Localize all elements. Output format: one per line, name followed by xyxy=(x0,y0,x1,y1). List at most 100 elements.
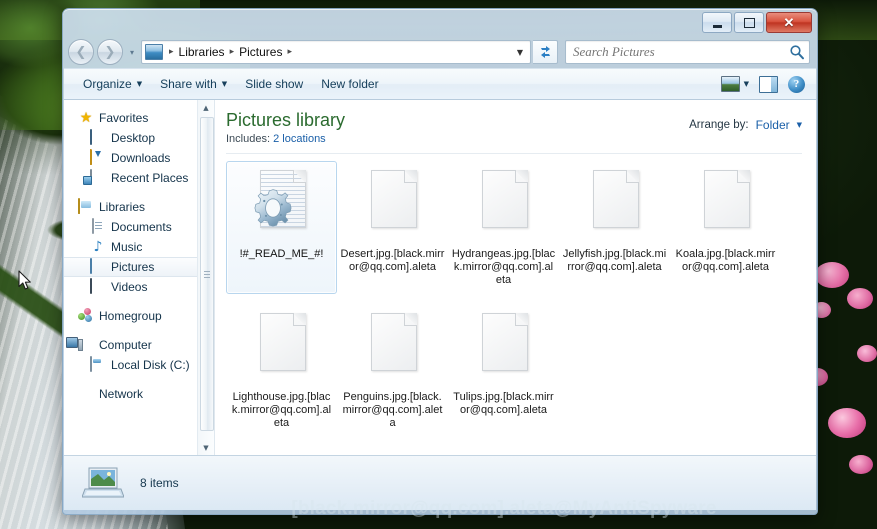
homegroup-icon xyxy=(78,308,94,324)
toolbar-organize-button[interactable]: Organize ▼ xyxy=(74,73,151,95)
pictures-icon xyxy=(90,258,106,275)
toolbar: Organize ▼ Share with ▼ Slide show New f… xyxy=(64,68,816,100)
file-name: Lighthouse.jpg.[black.mirror@qq.com].ale… xyxy=(231,391,332,429)
breadcrumb-separator[interactable]: ▸ xyxy=(227,47,238,57)
breadcrumb-separator[interactable]: ▸ xyxy=(166,47,177,57)
arrange-by-value[interactable]: Folder xyxy=(756,118,790,132)
sidebar-label-music: Music xyxy=(111,240,143,254)
computer-preview-icon xyxy=(81,465,125,501)
breadcrumb-separator[interactable]: ▸ xyxy=(284,47,295,57)
sidebar-item-videos[interactable]: Videos xyxy=(64,277,214,297)
toolbar-share-with-label: Share with xyxy=(160,77,217,91)
sidebar-item-local-disk[interactable]: Local Disk (C:) xyxy=(64,355,214,375)
page-title: Pictures library xyxy=(226,110,346,130)
library-locations-link[interactable]: 2 locations xyxy=(273,133,326,145)
file-tile[interactable]: Jellyfish.jpg.[black.mirror@qq.com].alet… xyxy=(559,161,670,294)
toolbar-slide-show-button[interactable]: Slide show xyxy=(236,73,312,95)
scroll-up-button[interactable]: ▲ xyxy=(198,100,214,115)
sidebar-label-downloads: Downloads xyxy=(111,151,171,165)
sidebar-label-homegroup: Homegroup xyxy=(99,309,162,323)
search-box[interactable] xyxy=(565,40,810,64)
sidebar-item-desktop[interactable]: Desktop xyxy=(64,128,214,148)
preview-pane-button[interactable] xyxy=(754,73,783,96)
file-tile[interactable]: Penguins.jpg.[black.mirror@qq.com].aleta xyxy=(337,304,448,437)
desktop-monitor-icon xyxy=(90,129,106,146)
chevron-down-icon[interactable]: ▼ xyxy=(512,48,528,57)
file-tile[interactable]: !#_READ_ME_#! xyxy=(226,161,337,294)
hard-disk-icon xyxy=(90,356,106,373)
flower-blossom xyxy=(857,345,877,362)
sidebar-item-music[interactable]: ♪ Music xyxy=(64,237,214,257)
minimize-button[interactable] xyxy=(702,12,732,33)
blank-file-icon xyxy=(472,165,536,243)
music-note-icon: ♪ xyxy=(93,239,103,255)
recent-pages-button[interactable]: ▾ xyxy=(126,48,138,57)
document-icon xyxy=(90,218,106,235)
search-input[interactable] xyxy=(573,44,789,60)
scrollbar-thumb[interactable] xyxy=(200,117,214,431)
toolbar-share-with-button[interactable]: Share with ▼ xyxy=(151,73,236,95)
chevron-down-icon: ▼ xyxy=(203,443,209,452)
document-page-shape xyxy=(481,313,528,371)
library-includes: Includes: 2 locations xyxy=(226,133,345,145)
view-layout-icon xyxy=(720,76,740,92)
flower-blossom xyxy=(815,262,849,288)
breadcrumb[interactable]: ▸ Libraries ▸ Pictures ▸ ▼ xyxy=(141,40,531,64)
maximize-icon xyxy=(743,17,755,28)
sidebar-label-computer: Computer xyxy=(99,338,152,352)
window-title-bar: ✕ xyxy=(64,10,816,36)
file-tile[interactable]: Koala.jpg.[black.mirror@qq.com].aleta xyxy=(670,161,781,294)
sidebar-item-downloads[interactable]: Downloads xyxy=(64,148,214,168)
library-header: Pictures library Includes: 2 locations A… xyxy=(226,109,816,145)
flower-blossom xyxy=(849,455,873,474)
file-name: Hydrangeas.jpg.[black.mirror@qq.com].ale… xyxy=(451,248,556,286)
window-body: ★ Favorites Desktop Downloads Recent Pla… xyxy=(64,100,816,455)
file-grid: !#_READ_ME_#! Desert.jpg.[black.mirror@q… xyxy=(226,154,791,447)
refresh-button[interactable] xyxy=(533,40,558,64)
search-icon[interactable] xyxy=(789,44,805,60)
sidebar-item-pictures[interactable]: Pictures xyxy=(64,257,214,277)
library-title-block: Pictures library Includes: 2 locations xyxy=(226,109,345,145)
breadcrumb-item-pictures[interactable]: Pictures xyxy=(237,45,284,59)
navigation-pane: ★ Favorites Desktop Downloads Recent Pla… xyxy=(64,100,214,455)
chevron-down-icon[interactable]: ▼ xyxy=(797,121,802,129)
gear-icon xyxy=(254,189,291,227)
status-bar: 8 items xyxy=(64,455,816,510)
sidebar-item-network[interactable]: Network xyxy=(64,384,214,404)
close-button[interactable]: ✕ xyxy=(766,12,812,33)
navigation-scrollbar[interactable]: ▲ ▼ xyxy=(197,100,214,455)
breadcrumb-item-libraries[interactable]: Libraries xyxy=(177,45,227,59)
change-view-button[interactable]: ▼ xyxy=(716,73,754,95)
forward-arrow-icon: ❯ xyxy=(104,44,116,60)
sidebar-label-local-disk: Local Disk (C:) xyxy=(111,358,190,372)
arrange-by-control: Arrange by: Folder ▼ xyxy=(689,109,802,132)
pictures-library-icon xyxy=(145,44,163,60)
sidebar-label-libraries: Libraries xyxy=(99,200,146,214)
file-tile[interactable]: Lighthouse.jpg.[black.mirror@qq.com].ale… xyxy=(226,304,337,437)
sidebar-item-recent-places[interactable]: Recent Places xyxy=(64,168,214,188)
sidebar-item-computer[interactable]: Computer xyxy=(64,335,214,355)
sidebar-label-videos: Videos xyxy=(111,280,148,294)
back-button[interactable]: ❮ xyxy=(68,39,94,65)
file-tile[interactable]: Desert.jpg.[black.mirror@qq.com].aleta xyxy=(337,161,448,294)
document-page-shape xyxy=(703,170,750,228)
toolbar-new-folder-button[interactable]: New folder xyxy=(312,73,387,95)
maximize-button[interactable] xyxy=(734,12,764,33)
close-icon: ✕ xyxy=(783,15,795,30)
scroll-down-button[interactable]: ▼ xyxy=(198,440,214,455)
sidebar-label-pictures: Pictures xyxy=(111,260,155,274)
sidebar-item-homegroup[interactable]: Homegroup xyxy=(64,306,214,326)
sidebar-item-documents[interactable]: Documents xyxy=(64,217,214,237)
file-name: Tulips.jpg.[black.mirror@qq.com].aleta xyxy=(453,391,554,416)
sidebar-item-libraries[interactable]: Libraries xyxy=(64,197,214,217)
downloads-folder-icon xyxy=(90,149,106,166)
sidebar-label-documents: Documents xyxy=(111,220,172,234)
help-button[interactable]: ? xyxy=(783,73,810,96)
file-tile[interactable]: Hydrangeas.jpg.[black.mirror@qq.com].ale… xyxy=(448,161,559,294)
file-tile[interactable]: Tulips.jpg.[black.mirror@qq.com].aleta xyxy=(448,304,559,437)
blank-file-icon xyxy=(361,308,425,386)
sidebar-item-favorites[interactable]: ★ Favorites xyxy=(64,108,214,128)
forward-button[interactable]: ❯ xyxy=(97,39,123,65)
file-name: !#_READ_ME_#! xyxy=(239,248,324,260)
